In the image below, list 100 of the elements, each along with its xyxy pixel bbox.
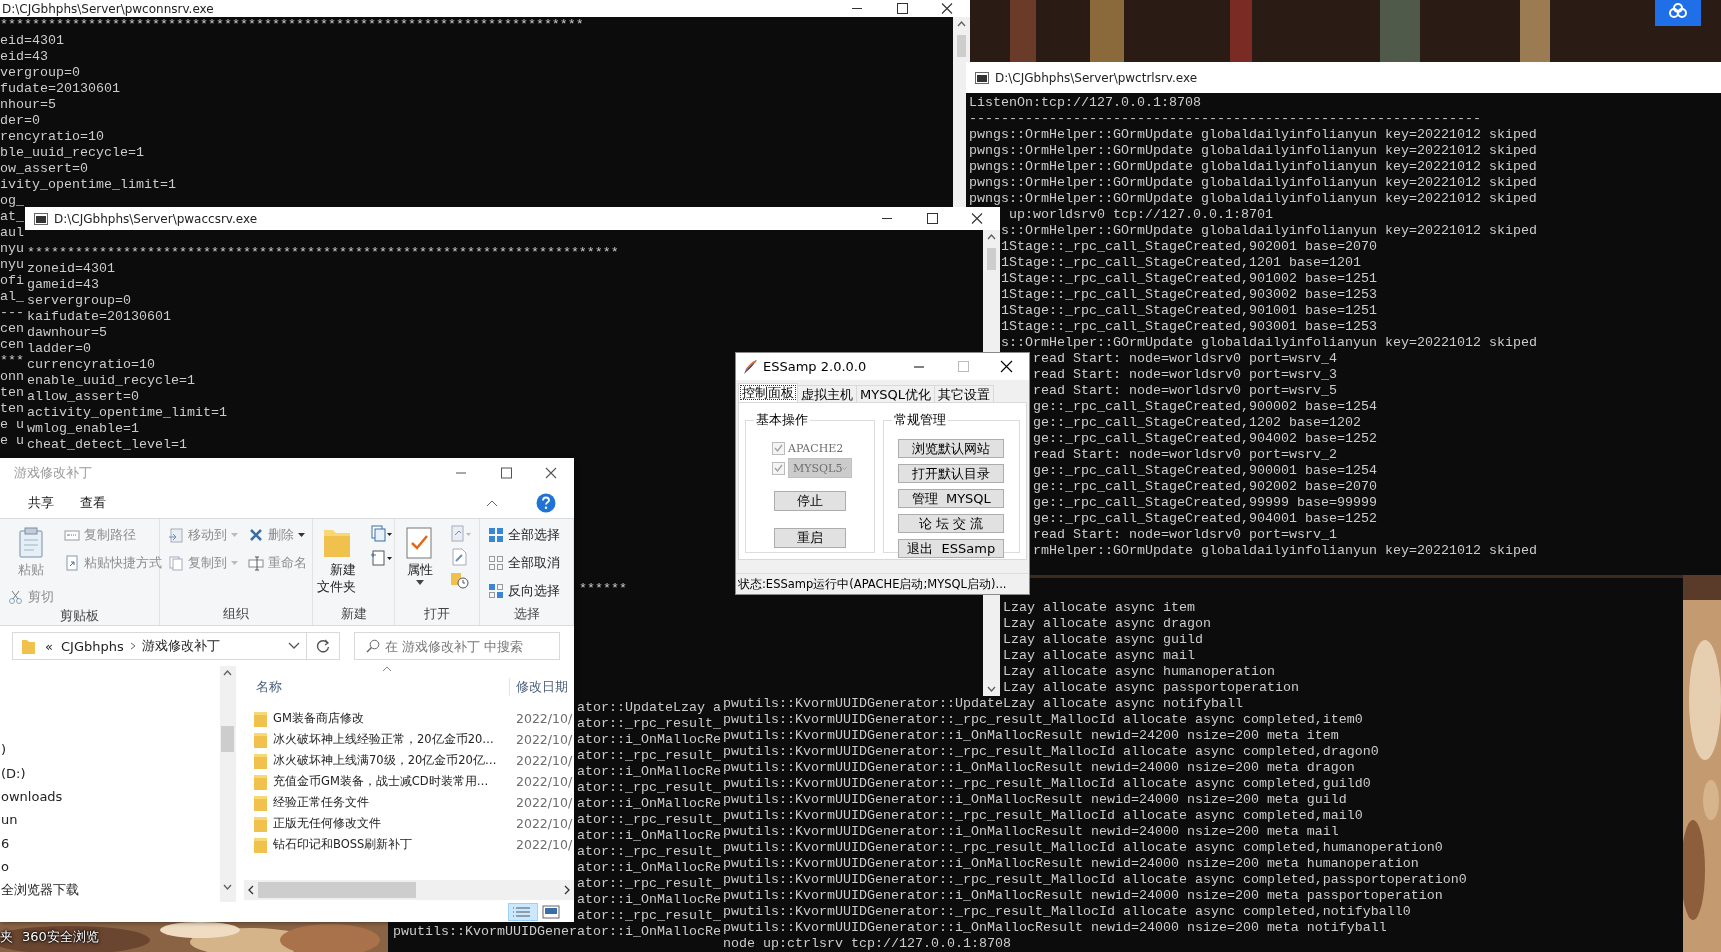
- tab[interactable]: MYSQL优化: [856, 385, 935, 402]
- console-line: pwutils::KvormUUIDGenerator::i_OnMallocRe: [393, 924, 721, 940]
- console-line: pwutils::KvormUUIDGenerator::_rpc_result_MallocId allocate async completed,humanoperation0: [723, 840, 1443, 856]
- app-icon[interactable]: [1655, 0, 1701, 26]
- console-line: ator::i_OnMallocRe: [577, 892, 721, 908]
- console-line: **************************************************************************: [27, 245, 619, 261]
- tab[interactable]: 虚拟主机: [797, 385, 857, 402]
- console-line: ivity_opentime_limit=1: [0, 177, 176, 193]
- group-label: 常规管理: [893, 412, 946, 427]
- file-name[interactable]: 经验正常任务文件: [273, 795, 369, 809]
- console-line: enable_uuid_recycle=1: [27, 373, 195, 389]
- easy-access-icon[interactable]: [370, 549, 392, 567]
- desktop-icon-label[interactable]: 360安全浏览: [22, 928, 99, 946]
- tab[interactable]: 控制面板: [738, 383, 798, 402]
- console-line: pwutils::KvormUUIDGenerator::_rpc_result_MallocId allocate async completed,notifyball0: [723, 904, 1411, 920]
- console-line: pwngs::OrmHelper::GOrmUpdate globaldailyinfolianyun key=20221012 skiped: [969, 127, 1537, 143]
- select-all-button[interactable]: 全部选择: [486, 525, 562, 545]
- invert-selection-button[interactable]: 反向选择: [486, 581, 562, 601]
- history-icon[interactable]: [450, 571, 470, 589]
- large-icons-view-icon[interactable]: [540, 903, 562, 921]
- desktop-icon-label[interactable]: 夹: [0, 928, 13, 946]
- nav-item[interactable]: 6: [0, 831, 10, 856]
- console-line: vergroup=0: [0, 65, 80, 81]
- console-line: onn: [0, 369, 24, 385]
- file-name[interactable]: 充值金币GM装备，战士减CD时装常用…: [273, 774, 489, 788]
- action-button[interactable]: 打开默认目录: [898, 464, 1005, 483]
- breadcrumb[interactable]: CJGbhphs: [56, 638, 128, 654]
- console-line: pwutils::KvormUUIDGenerator::i_OnMallocResult newid=24000 nsize=200 meta dragon: [723, 760, 1355, 776]
- new-folder-button[interactable]: 新建文件夹: [315, 525, 358, 597]
- nav-item[interactable]: 全浏览器下载: [0, 878, 79, 902]
- ribbon-group-label: 剪贴板: [60, 607, 99, 626]
- scroll-thumb[interactable]: [987, 248, 996, 270]
- console-line: pwngs::OrmHelper::GOrmUpdate globaldailyinfolianyun key=20221012 skiped: [969, 159, 1537, 175]
- console-line: al_: [0, 289, 24, 305]
- console-line: ator::_rpc_result_: [577, 844, 721, 860]
- console-icon: [975, 71, 989, 84]
- console-line: eid=4301: [0, 33, 64, 49]
- console-line: activity_opentime_limit=1: [27, 405, 227, 421]
- console-line: Lzay allocate async dragon: [1003, 616, 1211, 632]
- search-field[interactable]: 在 游戏修改补丁 中搜索: [354, 632, 560, 660]
- ribbon-tab[interactable]: 查看: [74, 494, 112, 512]
- modified-date: 2022/10/: [515, 837, 573, 852]
- ribbon-tab[interactable]: 共享: [22, 494, 60, 512]
- console-line: read Start: node=worldsrv0 port=wsrv_4: [1033, 351, 1337, 367]
- console-line: read Start: node=worldsrv0 port=wsrv_5: [1033, 383, 1337, 399]
- tab[interactable]: 其它设置: [933, 385, 994, 402]
- overflow-chevron[interactable]: «: [41, 638, 57, 654]
- stop-button[interactable]: 停止: [773, 491, 846, 512]
- nav-item[interactable]: o: [0, 855, 9, 879]
- nav-item[interactable]: ownloads: [0, 784, 63, 809]
- console-line: ladder=0: [27, 341, 91, 357]
- breadcrumb[interactable]: 游戏修改补丁: [137, 637, 224, 655]
- console-line: ator::_rpc_result_: [577, 716, 721, 732]
- file-name[interactable]: 冰火破坏神上线经验正常，20亿金币20…: [273, 732, 494, 746]
- select-none-button[interactable]: 全部取消: [486, 553, 562, 573]
- nav-item[interactable]: (D:): [0, 761, 26, 785]
- console-line: ator::i_OnMallocRe: [577, 828, 721, 844]
- console-line: nyu: [0, 241, 24, 257]
- console-line: pwutils::KvormUUIDGenerator::i_OnMallocResult newid=24000 nsize=200 meta passportoperation: [723, 888, 1443, 904]
- console-line: read Start: node=worldsrv0 port=wsrv_2: [1033, 447, 1337, 463]
- console-line: pwutils::KvormUUIDGenerator::_rpc_result_MallocId allocate async completed,item0: [723, 712, 1363, 728]
- nav-item[interactable]: ): [0, 738, 7, 762]
- help-icon[interactable]: [536, 493, 556, 513]
- console-line: servergroup=0: [27, 293, 131, 309]
- scroll-thumb[interactable]: [258, 882, 416, 898]
- console-line: 1Stage::_rpc_call_StageCreated,901002 base=1251: [1001, 271, 1377, 287]
- address-bar[interactable]: « CJGbhphs 游戏修改补丁: [12, 632, 340, 660]
- path-icon: [64, 527, 80, 543]
- action-button[interactable]: 浏览默认网站: [898, 439, 1005, 458]
- edit-icon[interactable]: [450, 548, 468, 566]
- file-name[interactable]: GM装备商店修改: [273, 711, 364, 725]
- console-line: ge::_rpc_call_StageCreated,99999 base=99999: [1033, 495, 1377, 511]
- column-header[interactable]: 修改日期: [516, 679, 568, 694]
- action-button[interactable]: 退出 ESSamp: [898, 539, 1005, 558]
- file-name[interactable]: 钻石印记和BOSS刷新补丁: [273, 837, 413, 851]
- file-name[interactable]: 正版无任何修改文件: [273, 816, 381, 830]
- action-button[interactable]: 管理 MYSQL: [898, 489, 1005, 508]
- column-header[interactable]: 名称: [256, 679, 282, 694]
- scroll-thumb[interactable]: [221, 726, 234, 752]
- refresh-icon[interactable]: [316, 639, 330, 653]
- action-button[interactable]: 论 坛 交 流: [898, 514, 1005, 533]
- caret-icon: [842, 465, 847, 471]
- scroll-thumb[interactable]: [957, 35, 966, 57]
- console-line: ge::_rpc_call_StageCreated,1202 base=1202: [1033, 415, 1361, 431]
- new-item-icon[interactable]: [370, 525, 392, 543]
- console-icon: [34, 212, 48, 225]
- console-line: 1Stage::_rpc_call_StageCreated,901001 base=1251: [1001, 303, 1377, 319]
- console-line: allow_assert=0: [27, 389, 139, 405]
- nav-item[interactable]: un: [0, 808, 18, 832]
- console-line: nhour=5: [0, 97, 56, 113]
- ribbon-group-label: 选择: [513, 605, 540, 623]
- console-line: pwutils::KvormUUIDGenerator::_rpc_result_MallocId allocate async completed,passportoperation0: [723, 872, 1467, 888]
- folder-icon: [254, 836, 267, 853]
- console-line: 1Stage::_rpc_call_StageCreated,903002 base=1253: [1001, 287, 1377, 303]
- file-name[interactable]: 冰火破坏神上线满70级，20亿金币20亿…: [273, 753, 497, 767]
- properties-button[interactable]: 属性: [402, 525, 438, 587]
- console-line: pwutils::KvormUUIDGenerator::i_OnMallocResult newid=24200 nsize=200 meta item: [723, 728, 1339, 744]
- console-line: e u: [0, 417, 24, 433]
- console-line: ofi: [0, 273, 24, 289]
- restart-button[interactable]: 重启: [773, 527, 846, 548]
